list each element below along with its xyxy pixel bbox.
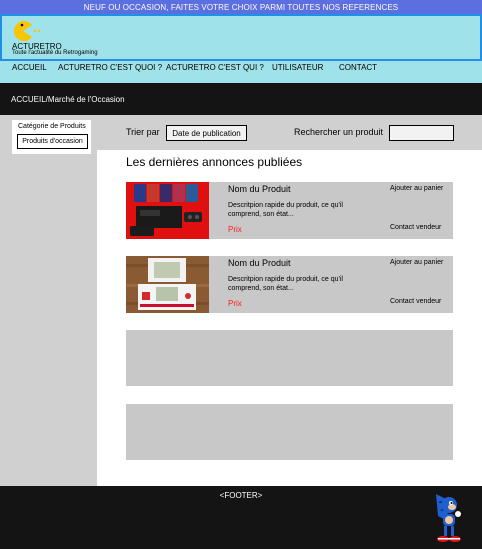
nav-item-accueil[interactable]: ACCUEIL bbox=[12, 63, 47, 72]
product-card[interactable]: Nom du Produit Descritpion rapide du pro… bbox=[126, 256, 453, 313]
nav-item-acturetro-qui[interactable]: ACTURETRO C'EST QUI ? bbox=[166, 63, 264, 72]
category-box: Catégorie de Produits Produits d'occasio… bbox=[12, 120, 91, 154]
product-name[interactable]: Nom du Produit bbox=[228, 258, 291, 268]
product-image-game-and-watch[interactable] bbox=[126, 256, 209, 313]
sort-select[interactable]: Date de publication bbox=[166, 125, 247, 141]
site-header: ACTURETRO Toute l'actualité du Retrogami… bbox=[0, 14, 482, 61]
product-name[interactable]: Nom du Produit bbox=[228, 184, 291, 194]
contact-seller-button[interactable]: Contact vendeur bbox=[390, 298, 441, 305]
nav-item-acturetro-quoi[interactable]: ACTURETRO C'EST QUOI ? bbox=[58, 63, 162, 72]
product-description: Descritpion rapide du produit, ce qu'il … bbox=[228, 276, 343, 292]
product-card[interactable]: Nom du Produit Descritpion rapide du pro… bbox=[126, 182, 453, 239]
section-title: Les dernières annonces publiées bbox=[126, 155, 303, 169]
contact-seller-button[interactable]: Contact vendeur bbox=[390, 224, 441, 231]
nav-item-utilisateur[interactable]: UTILISATEUR bbox=[272, 63, 323, 72]
site-footer: <FOOTER> bbox=[0, 486, 482, 549]
sidebar: Catégorie de Produits Produits d'occasio… bbox=[0, 115, 97, 486]
search-input[interactable] bbox=[389, 125, 454, 141]
category-title: Catégorie de Produits bbox=[18, 123, 86, 130]
category-item-occasion[interactable]: Produits d'occasion bbox=[17, 134, 88, 149]
search-label: Rechercher un produit bbox=[294, 127, 384, 137]
sonic-mascot-icon bbox=[436, 494, 461, 542]
breadcrumb-bar: ACCUEIL/Marché de l'Occasion bbox=[0, 83, 482, 115]
add-to-cart-button[interactable]: Ajouter au panier bbox=[390, 259, 443, 266]
top-banner: NEUF OU OCCASION, FAITES VOTRE CHOIX PAR… bbox=[0, 0, 482, 14]
filter-bar: Trier par Date de publication Rechercher… bbox=[97, 115, 482, 150]
product-description: Descritpion rapide du produit, ce qu'il … bbox=[228, 202, 343, 218]
main-content: Catégorie de Produits Produits d'occasio… bbox=[0, 115, 482, 486]
add-to-cart-button[interactable]: Ajouter au panier bbox=[390, 185, 443, 192]
pacman-logo-icon[interactable] bbox=[12, 20, 40, 42]
breadcrumb[interactable]: ACCUEIL/Marché de l'Occasion bbox=[11, 95, 125, 104]
footer-text: <FOOTER> bbox=[219, 491, 263, 500]
empty-listing-slot bbox=[126, 404, 453, 460]
nav-item-contact[interactable]: CONTACT bbox=[339, 63, 377, 72]
banner-text: NEUF OU OCCASION, FAITES VOTRE CHOIX PAR… bbox=[83, 2, 399, 12]
site-tagline: Toute l'actualité du Retrogaming bbox=[12, 50, 98, 56]
product-price: Prix bbox=[228, 225, 242, 234]
main-nav: ACCUEIL ACTURETRO C'EST QUOI ? ACTURETRO… bbox=[0, 61, 482, 83]
product-image-console-games[interactable] bbox=[126, 182, 209, 239]
empty-listing-slot bbox=[126, 330, 453, 386]
sort-label: Trier par bbox=[126, 127, 160, 137]
product-price: Prix bbox=[228, 299, 242, 308]
